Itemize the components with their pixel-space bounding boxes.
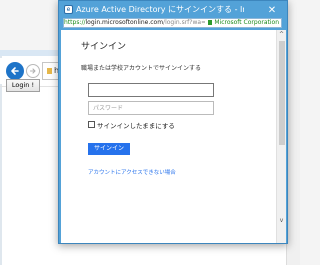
keep-signed-in-checkbox[interactable] xyxy=(88,121,95,128)
close-button[interactable]: ✕ xyxy=(265,4,279,17)
scroll-up-arrow-icon[interactable]: ^ xyxy=(277,30,286,40)
forward-arrow-icon xyxy=(29,68,36,74)
scroll-down-arrow-icon[interactable]: v xyxy=(277,216,286,226)
lock-icon xyxy=(208,20,213,25)
signin-button[interactable]: サインイン xyxy=(88,143,130,155)
lock-icon xyxy=(47,67,52,74)
signin-popup-window: e Azure Active Directory にサインインする - Inte… xyxy=(58,0,288,244)
back-arrow-icon xyxy=(11,67,19,75)
scroll-thumb[interactable] xyxy=(279,41,285,145)
background-window-left-edge xyxy=(0,56,2,265)
popup-title: Azure Active Directory にサインインする - Intern… xyxy=(76,5,244,14)
keep-signed-in-label: サインインしたままにする xyxy=(97,121,175,130)
signin-description: 職場または学校アカウントでサインインする xyxy=(81,65,202,72)
background-window-right-edge xyxy=(286,50,300,265)
forward-button[interactable] xyxy=(26,64,40,78)
user-id-input[interactable] xyxy=(88,83,214,97)
certificate-badge[interactable]: Microsoft Corporation xyxy=(205,19,281,27)
password-input[interactable] xyxy=(88,101,214,115)
signin-title: サインイン xyxy=(81,42,127,52)
certificate-name: Microsoft Corporation xyxy=(214,19,279,26)
keep-signed-in-option[interactable]: サインインしたままにする xyxy=(88,120,175,130)
back-button[interactable] xyxy=(6,62,24,80)
login-button[interactable]: Login ! xyxy=(6,79,40,92)
popup-scrollbar[interactable]: ^ v xyxy=(276,30,286,243)
url-scheme: https:// xyxy=(64,19,86,26)
popup-address-bar[interactable]: https://login.microsoftonline.com/login.… xyxy=(63,18,282,28)
url-host: login.microsoftonline.com xyxy=(85,19,164,26)
signin-page: サインイン 職場または学校アカウントでサインインする サインインしたままにする … xyxy=(61,30,276,243)
cant-access-account-link[interactable]: アカウントにアクセスできない場合 xyxy=(88,168,176,176)
ie-browser-icon: e xyxy=(64,5,73,14)
